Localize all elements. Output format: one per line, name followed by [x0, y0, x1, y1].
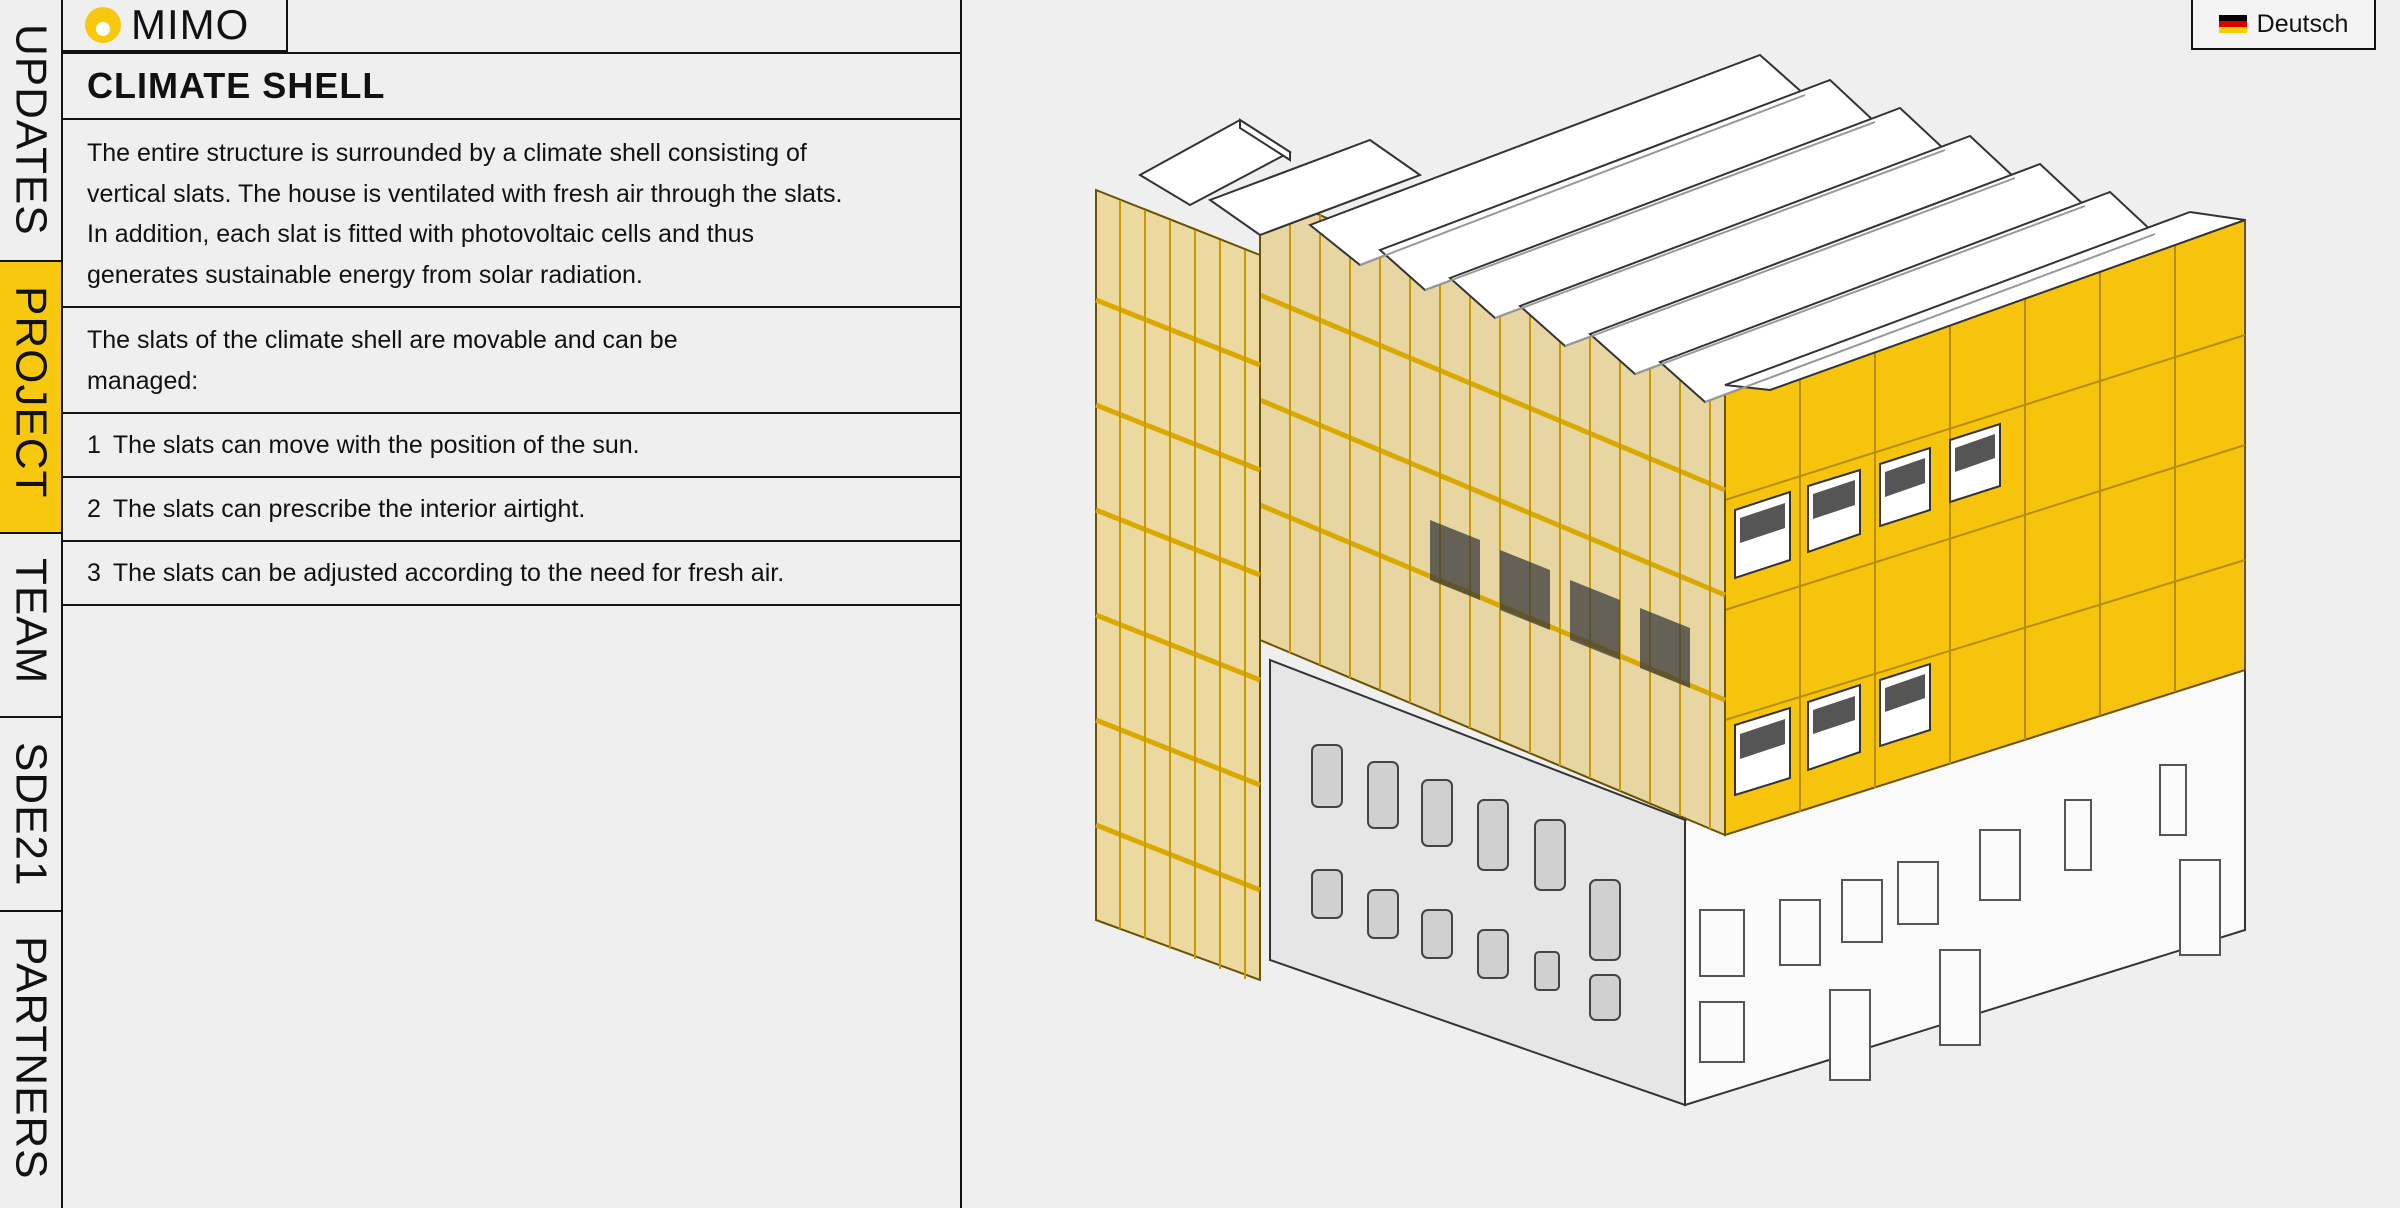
- nav-tab-label: SDE21: [6, 742, 56, 887]
- list-item-number: 2: [87, 494, 101, 523]
- brand-logo[interactable]: MIMO: [63, 0, 288, 52]
- nav-tab-label: PARTNERS: [6, 936, 56, 1180]
- section-title: CLIMATE SHELL: [87, 65, 386, 106]
- list-item-text: The slats can be adjusted according to t…: [112, 558, 785, 587]
- slats-intro-paragraph: The slats of the climate shell are movab…: [63, 308, 960, 414]
- logo-icon: [85, 7, 121, 43]
- nav-tab-label: TEAM: [6, 558, 56, 685]
- description-paragraph: The entire structure is surrounded by a …: [63, 120, 960, 308]
- list-item: 1 The slats can move with the position o…: [63, 414, 960, 478]
- nav-tab-sde21[interactable]: SDE21: [0, 718, 61, 912]
- list-item-text: The slats can prescribe the interior air…: [112, 494, 586, 523]
- content-panel: MIMO CLIMATE SHELL The entire structure …: [63, 0, 962, 1208]
- nav-tab-team[interactable]: TEAM: [0, 534, 61, 718]
- paragraph-text: The entire structure is surrounded by a …: [87, 139, 843, 289]
- list-item-number: 3: [87, 558, 101, 587]
- list-item: 3 The slats can be adjusted according to…: [63, 542, 960, 606]
- section-header: CLIMATE SHELL: [63, 52, 960, 120]
- language-label: Deutsch: [2256, 9, 2349, 38]
- isometric-building-illustration: [1095, 53, 2246, 1107]
- nav-tab-updates[interactable]: UPDATES: [0, 0, 61, 262]
- side-navigation: UPDATES PROJECT TEAM SDE21 PARTNERS: [0, 0, 63, 1208]
- nav-tab-partners[interactable]: PARTNERS: [0, 912, 61, 1208]
- paragraph-text: The slats of the climate shell are movab…: [87, 326, 678, 395]
- nav-tab-project[interactable]: PROJECT: [0, 262, 61, 534]
- app-root: UPDATES PROJECT TEAM SDE21 PARTNERS MIMO…: [0, 0, 2400, 1208]
- german-flag-icon: [2218, 15, 2247, 33]
- list-item-text: The slats can move with the position of …: [112, 430, 640, 459]
- nav-tab-label: PROJECT: [6, 286, 56, 499]
- brand-name: MIMO: [131, 1, 250, 48]
- list-item: 2 The slats can prescribe the interior a…: [63, 478, 960, 542]
- nav-tab-label: UPDATES: [6, 24, 56, 236]
- list-item-number: 1: [87, 430, 101, 459]
